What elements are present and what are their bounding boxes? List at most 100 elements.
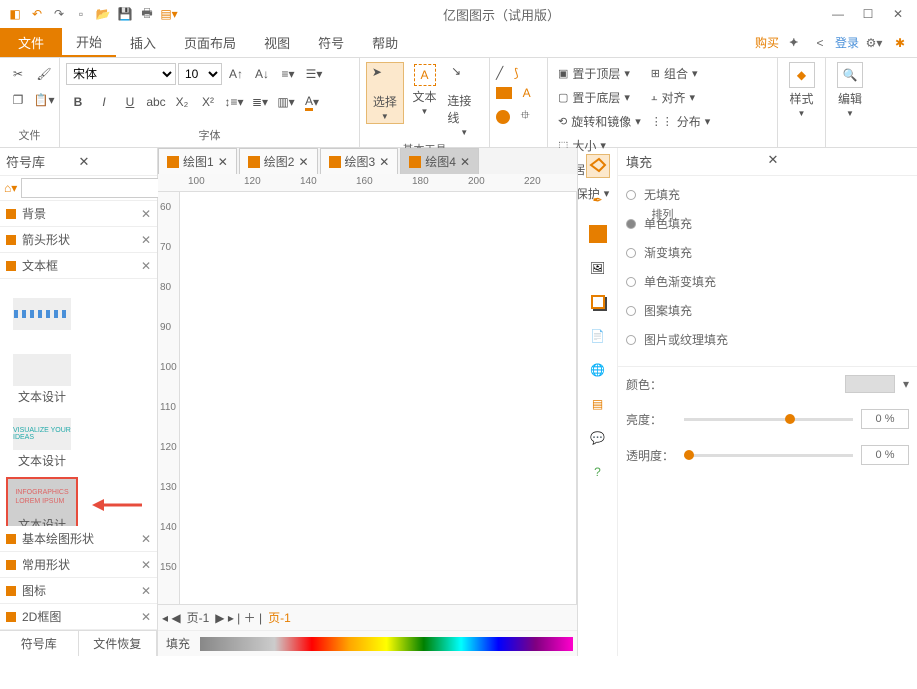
opt-texture[interactable]: 图片或纹理填充 [626,331,909,348]
shadow-panel-icon[interactable] [586,290,610,314]
shape-text2[interactable]: VISUALIZE YOUR IDEAS文本设计 [6,413,78,473]
crop-icon[interactable]: ⯐ [521,106,530,127]
line-shape-icon[interactable]: ╱ [496,66,503,80]
paint-icon[interactable]: 🖌 [32,62,56,86]
fill-panel-icon[interactable] [586,154,610,178]
file-menu[interactable]: 文件 [0,28,62,57]
help-panel-icon[interactable]: ? [586,460,610,484]
subscript-icon[interactable]: X₂ [170,90,194,114]
rect-shape-icon[interactable] [496,87,512,99]
connector-tool[interactable]: ↘连接线▼ [445,62,483,139]
social-icon[interactable]: < [811,34,829,52]
shape-text3-selected[interactable]: INFOGRAPHICSLOREM IPSUM 文本设计 [6,477,78,526]
text-shape-icon[interactable]: A [523,86,531,100]
font-name-combo[interactable]: 宋体 [66,63,176,85]
opt-nofill[interactable]: 无填充 [626,186,909,203]
opt-mono-gradient[interactable]: 单色渐变填充 [626,273,909,290]
menu-help[interactable]: 帮助 [358,28,412,57]
shape-wavy[interactable] [6,285,78,345]
opt-gradient[interactable]: 渐变填充 [626,244,909,261]
opt-pattern[interactable]: 图案填充 [626,302,909,319]
arc-shape-icon[interactable]: ⟆ [514,66,519,80]
send-back[interactable]: ▢ 置于底层▾ [554,86,645,108]
maximize-button[interactable]: ☐ [853,4,883,24]
tab-symbol-lib[interactable]: 符号库 [0,631,79,656]
share-icon[interactable]: ⯌ [785,34,803,52]
font-size-combo[interactable]: 10 [178,63,222,85]
layer-panel-icon[interactable]: ▤ [586,392,610,416]
select-tool[interactable]: ➤选择▼ [366,62,404,124]
rotate-flip[interactable]: ⟲ 旋转和镜像▾ [554,110,645,132]
brightness-slider[interactable] [684,418,853,421]
open-icon[interactable]: 📂 [94,5,112,23]
italic-icon[interactable]: I [92,90,116,114]
buy-link[interactable]: 购买 [755,34,779,51]
distribute-btn[interactable]: ⋮⋮ 分布▾ [647,110,715,132]
save-icon[interactable]: 💾 [116,5,134,23]
paste-icon[interactable]: 📋▾ [32,88,56,112]
superscript-icon[interactable]: X² [196,90,220,114]
font-color-icon[interactable]: A▾ [300,90,324,114]
bullets-icon[interactable]: ☰▾ [302,62,326,86]
line-spacing-icon[interactable]: ↕≡▾ [222,90,246,114]
menu-start[interactable]: 开始 [62,28,116,57]
text-tool[interactable]: A文本▼ [406,62,444,118]
cat-basic-shapes[interactable]: 基本绘图形状✕ [0,526,157,552]
doc-tab-4[interactable]: 绘图4 ✕ [400,148,479,174]
font-grow-icon[interactable]: A↑ [224,62,248,86]
redo-icon[interactable]: ↷ [50,5,68,23]
bring-front[interactable]: ▣ 置于顶层▾ [554,62,645,84]
highlight-icon[interactable]: ▥▾ [274,90,298,114]
opacity-slider[interactable] [684,454,853,457]
edit-button[interactable]: 🔍编辑▼ [832,62,868,118]
style-button[interactable]: ◆样式▼ [784,62,819,118]
color-picker[interactable] [845,375,895,393]
cat-background[interactable]: 背景✕ [0,201,157,227]
color-panel-icon[interactable] [586,222,610,246]
cut-icon[interactable]: ✂ [6,62,30,86]
list-icon[interactable]: ≣▾ [248,90,272,114]
menu-symbol[interactable]: 符号 [304,28,358,57]
cat-2d-frame[interactable]: 2D框图✕ [0,604,157,630]
doc-tab-3[interactable]: 绘图3 ✕ [320,148,399,174]
menu-view[interactable]: 视图 [250,28,304,57]
page-panel-icon[interactable]: 📄 [586,324,610,348]
tab-file-recovery[interactable]: 文件恢复 [79,631,158,656]
drawing-canvas[interactable] [180,192,577,604]
new-icon[interactable]: ▫ [72,5,90,23]
cat-icons[interactable]: 图标✕ [0,578,157,604]
circle-shape-icon[interactable] [496,110,510,124]
underline-icon[interactable]: U [118,90,142,114]
home-icon[interactable]: ⌂▾ [4,179,17,197]
copy-icon[interactable]: ❐ [6,88,30,112]
menu-layout[interactable]: 页面布局 [170,28,250,57]
panel-close-icon[interactable]: ✕ [79,154,152,170]
color-palette-strip[interactable] [200,637,573,651]
font-shrink-icon[interactable]: A↓ [250,62,274,86]
gear-icon[interactable]: ⚙▾ [865,34,883,52]
doc-tab-2[interactable]: 绘图2 ✕ [239,148,318,174]
undo-icon[interactable]: ↶ [28,5,46,23]
doc-tab-1[interactable]: 绘图1 ✕ [158,148,237,174]
minimize-button[interactable]: — [823,4,853,24]
line-panel-icon[interactable]: ✒ [586,188,610,212]
menu-insert[interactable]: 插入 [116,28,170,57]
close-button[interactable]: ✕ [883,4,913,24]
strike-icon[interactable]: abc [144,90,168,114]
align-btn[interactable]: ⫠ 对齐▾ [647,86,715,108]
cat-arrow[interactable]: 箭头形状✕ [0,227,157,253]
brightness-value[interactable]: 0 % [861,409,909,429]
comment-panel-icon[interactable]: 💬 [586,426,610,450]
export-icon[interactable]: ▤▾ [160,5,178,23]
cat-common-shapes[interactable]: 常用形状✕ [0,552,157,578]
opt-solid[interactable]: 单色填充 [626,215,909,232]
print-icon[interactable]: 🖶 [138,5,156,23]
right-panel-close-icon[interactable]: ✕ [768,152,910,171]
opacity-value[interactable]: 0 % [861,445,909,465]
shape-text1[interactable]: 文本设计 [6,349,78,409]
image-panel-icon[interactable]: 🖼 [586,256,610,280]
cat-textbox[interactable]: 文本框✕ [0,253,157,279]
align-menu-icon[interactable]: ≡▾ [276,62,300,86]
bold-icon[interactable]: B [66,90,90,114]
page-nav[interactable]: ◂ ◀ 页-1 ▶ ▸ | ＋ | 页-1 [162,609,291,626]
